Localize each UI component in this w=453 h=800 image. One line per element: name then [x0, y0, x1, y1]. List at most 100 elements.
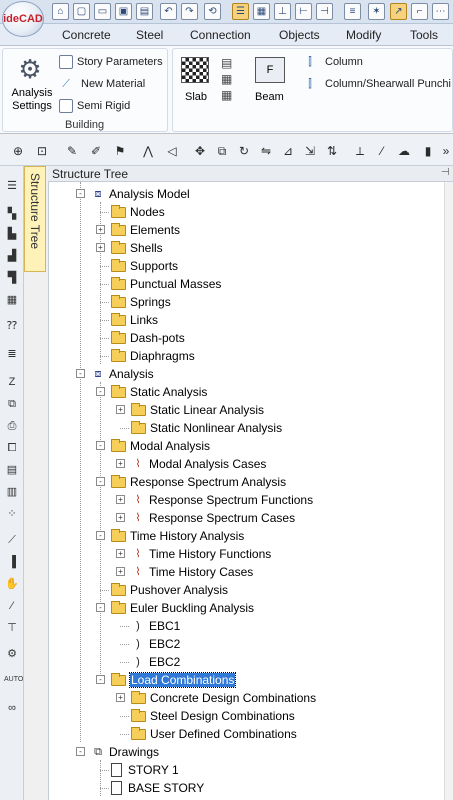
tree-item[interactable]: Diaphragms [111, 347, 195, 365]
tree-item[interactable]: Dash-pots [111, 329, 185, 347]
grid-icon[interactable]: ▦ [253, 3, 270, 20]
trim-icon[interactable]: ⊿ [280, 143, 296, 159]
break-icon[interactable]: ⁄ [374, 143, 390, 159]
expand-icon[interactable]: + [116, 549, 125, 558]
structure-tree-side-tab[interactable]: Structure Tree [24, 166, 46, 272]
tree-item[interactable]: Static Linear Analysis [131, 401, 264, 419]
refresh-icon[interactable]: ⟲ [204, 3, 221, 20]
tree-item[interactable]: Punctual Masses [111, 275, 221, 293]
tree-item[interactable]: Time History Analysis [111, 527, 244, 545]
tree-item[interactable]: Elements [111, 221, 180, 239]
frames-icon[interactable]: ⧠ [4, 440, 20, 456]
extend-icon[interactable]: ⟂ [352, 143, 368, 159]
snap-toggle-icon[interactable]: ☰ [232, 3, 249, 20]
home-icon[interactable]: ⌂ [52, 3, 69, 20]
save-icon[interactable]: ▣ [115, 3, 132, 20]
print-icon[interactable]: ⎙ [4, 418, 20, 434]
collapse-icon[interactable]: - [76, 369, 85, 378]
pick-icon[interactable]: ✎ [64, 143, 80, 159]
tree-item[interactable]: Steel Design Combinations [131, 707, 295, 725]
layer-move-icon[interactable]: ▙ [4, 226, 20, 242]
tree-item[interactable]: ⌇ Response Spectrum Cases [131, 509, 295, 527]
connection-icon[interactable]: ⊤ [4, 620, 20, 636]
book-icon[interactable]: ▤ [4, 462, 20, 478]
tree-item[interactable]: Load Combinations [111, 671, 237, 689]
expand-icon[interactable]: + [116, 495, 125, 504]
mirror-icon[interactable]: ⇋ [258, 143, 274, 159]
elevation-icon[interactable]: ⋀ [140, 143, 156, 159]
zoom-window-icon[interactable]: ⊕ [10, 143, 26, 159]
tree-item[interactable]: Euler Buckling Analysis [111, 599, 254, 617]
table-icon[interactable]: ▥ [4, 484, 20, 500]
new-material-button[interactable]: ⟋ New Material [59, 77, 145, 91]
robot-icon[interactable]: ⚙ [4, 646, 20, 662]
brace-icon[interactable]: ⟋ [4, 532, 20, 548]
collapse-icon[interactable]: - [96, 675, 105, 684]
analysis-settings-button[interactable]: Analysis Settings [9, 87, 55, 113]
story-parameters-button[interactable]: Story Parameters [59, 55, 163, 69]
tree-item[interactable]: ⌇ Modal Analysis Cases [131, 455, 266, 473]
tree-item[interactable]: Supports [111, 257, 178, 275]
wall-icon[interactable]: ▐ [4, 554, 20, 570]
rotate-icon[interactable]: ↻ [236, 143, 252, 159]
semi-rigid-button[interactable]: Semi Rigid [59, 99, 130, 113]
tree-item[interactable]: ⌇ Time History Cases [131, 563, 253, 581]
expand-icon[interactable]: + [96, 225, 105, 234]
number-icon[interactable]: ⁇ [4, 318, 20, 334]
tree-item[interactable]: Response Spectrum Analysis [111, 473, 286, 491]
pencil-icon[interactable]: ✐ [88, 143, 104, 159]
tracking-icon[interactable]: ↗ [390, 3, 407, 20]
app-logo[interactable]: ideCAD [2, 1, 44, 37]
collapse-icon[interactable]: - [96, 477, 105, 486]
undo-icon[interactable]: ↶ [160, 3, 177, 20]
tree-item[interactable]: Springs [111, 293, 171, 311]
tree-item[interactable]: ⧈ Analysis Model [91, 185, 190, 203]
layer-delete-icon[interactable]: ▜ [4, 270, 20, 286]
dimension-icon[interactable]: ⊥ [274, 3, 291, 20]
tree-item[interactable]: Pushover Analysis [111, 581, 228, 599]
tree-item[interactable]: Shells [111, 239, 163, 257]
layer-copy-icon[interactable]: ▟ [4, 248, 20, 264]
slab-tools-icon[interactable]: ▤ ▦ ▦ [221, 55, 232, 103]
tree-item[interactable]: ⌇ Time History Functions [131, 545, 271, 563]
tag-icon[interactable]: ⚑ [112, 143, 128, 159]
column-button[interactable]: ⫿ Column [303, 55, 363, 69]
expand-icon[interactable]: + [116, 459, 125, 468]
tree-item[interactable]: Modal Analysis [111, 437, 210, 455]
tab-connection[interactable]: Connection [190, 28, 251, 42]
tree-item[interactable]: ⌇ Response Spectrum Functions [131, 491, 313, 509]
node-icon[interactable]: ✶ [368, 3, 385, 20]
select-icon[interactable]: ◁ [164, 143, 180, 159]
stretch-icon[interactable]: ⇲ [302, 143, 318, 159]
hand-icon[interactable]: ✋ [4, 576, 20, 592]
expand-icon[interactable]: + [116, 513, 125, 522]
expand-icon[interactable]: + [116, 405, 125, 414]
align-icon[interactable]: ⊣ [316, 3, 333, 20]
tree-item[interactable]: Concrete Design Combinations [131, 689, 316, 707]
expand-icon[interactable]: + [116, 567, 125, 576]
overflow-icon[interactable]: » [438, 143, 453, 159]
dots-icon[interactable]: ⁘ [4, 506, 20, 522]
tree-item[interactable]: ⧈ Analysis [91, 365, 154, 383]
measure-icon[interactable]: ≡ [344, 3, 361, 20]
collapse-icon[interactable]: - [96, 441, 105, 450]
layer-grid-icon[interactable]: ▦ [4, 292, 20, 308]
pages-icon[interactable]: ⧉ [4, 396, 20, 412]
section-icon[interactable]: Z [4, 374, 20, 390]
tree-scrollbar[interactable] [444, 182, 453, 800]
tree-item[interactable]: Nodes [111, 203, 165, 221]
redo-icon[interactable]: ↷ [181, 3, 198, 20]
offset-icon[interactable]: ⇅ [324, 143, 340, 159]
report-icon[interactable]: ≣ [4, 346, 20, 362]
tree-item[interactable]: ⧉ Drawings [91, 743, 159, 761]
tab-steel[interactable]: Steel [136, 28, 163, 42]
layers-icon[interactable]: ▚ [4, 206, 20, 222]
axis-icon[interactable]: ⊢ [295, 3, 312, 20]
column-shearwall-button[interactable]: ⫿ Column/Shearwall Punchi [303, 77, 451, 91]
slab-button[interactable]: Slab [185, 91, 207, 103]
slash-icon[interactable]: ⁄ [4, 598, 20, 614]
new-file-icon[interactable]: ▢ [73, 3, 90, 20]
expand-icon[interactable]: + [96, 243, 105, 252]
tab-modify[interactable]: Modify [346, 28, 381, 42]
list-icon[interactable]: ☰ [4, 178, 20, 194]
